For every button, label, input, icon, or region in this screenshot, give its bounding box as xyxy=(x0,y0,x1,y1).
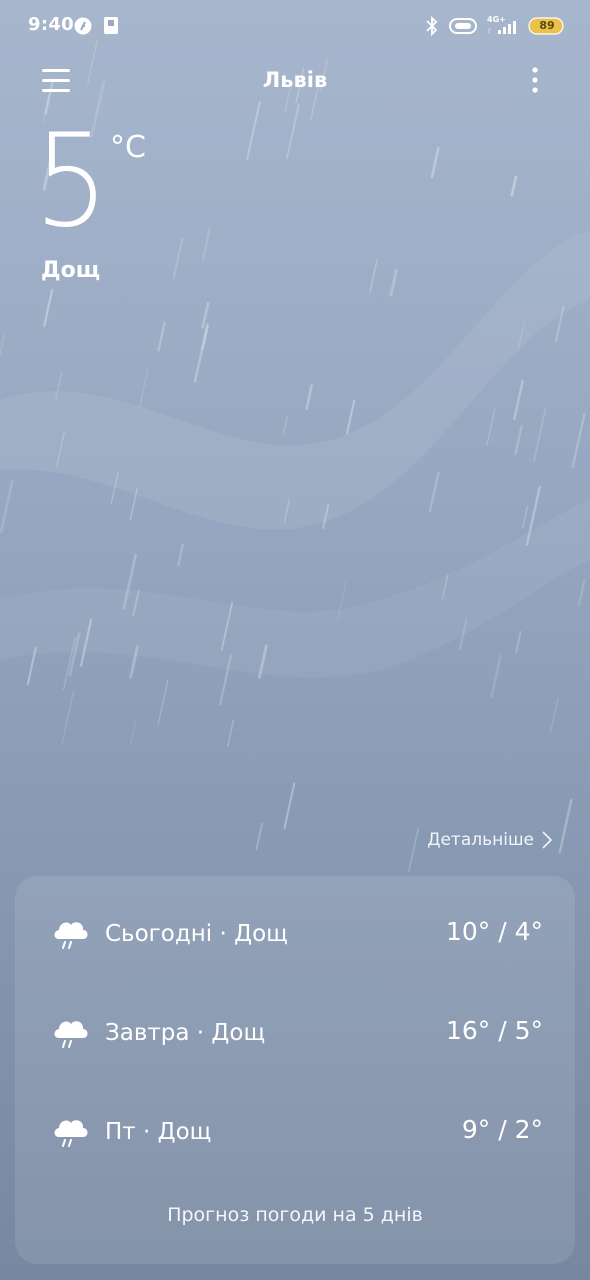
details-link[interactable]: Детальніше xyxy=(427,830,552,850)
rain-streak xyxy=(369,259,378,293)
rain-streak xyxy=(486,408,496,446)
temperature-unit: °C xyxy=(110,130,146,165)
rain-streak xyxy=(219,654,232,706)
rain-streak xyxy=(122,553,138,610)
rain-cloud-icon xyxy=(54,1120,88,1147)
rain-streak xyxy=(430,146,440,179)
rain-streak xyxy=(408,827,420,872)
rain-streak xyxy=(129,645,139,679)
rain-cloud-icon xyxy=(54,1021,88,1048)
rain-streak xyxy=(56,431,65,468)
rain-streak xyxy=(79,618,93,667)
five-day-forecast-button[interactable]: Прогноз погоди на 5 днів xyxy=(15,1204,575,1226)
rain-streak xyxy=(202,227,212,261)
rain-streak xyxy=(193,323,209,383)
rain-streak xyxy=(554,305,565,343)
forecast-card: Сьогодні · Дощ 10° / 4° Завтра · Дощ 16°… xyxy=(15,876,575,1264)
rain-streak xyxy=(522,505,529,529)
rain-streak xyxy=(138,368,149,409)
vibrate-icon xyxy=(449,18,477,34)
city-title[interactable]: Львів xyxy=(0,68,590,92)
rain-streak xyxy=(513,379,524,420)
rain-streak xyxy=(283,782,296,830)
rain-streak xyxy=(458,619,468,651)
rain-streak xyxy=(0,479,14,534)
rain-streak xyxy=(345,399,356,435)
rain-streak xyxy=(389,268,398,297)
forecast-temps: 9° / 2° xyxy=(461,1115,543,1144)
forecast-temps: 10° / 4° xyxy=(445,917,543,946)
rain-streak xyxy=(226,719,235,747)
rain-streak xyxy=(132,589,140,617)
rain-streak xyxy=(577,579,586,606)
svg-text:ᵢᵗ: ᵢᵗ xyxy=(488,27,491,34)
rain-streak xyxy=(129,487,138,521)
forecast-label: Завтра · Дощ xyxy=(105,1020,266,1046)
battery-level: 89 xyxy=(539,19,555,32)
rain-streak xyxy=(525,485,541,546)
rain-streak xyxy=(282,414,289,436)
chevron-right-icon xyxy=(542,831,552,849)
rain-streak xyxy=(571,413,586,469)
rain-streak xyxy=(201,301,210,329)
rain-streak xyxy=(157,679,169,726)
rain-streak xyxy=(172,237,184,279)
rain-streak xyxy=(514,424,523,455)
rain-streak xyxy=(441,574,449,600)
rain-streak xyxy=(517,321,525,352)
current-condition: Дощ xyxy=(41,258,101,283)
current-temperature: 5 xyxy=(34,107,109,256)
forecast-temps: 16° / 5° xyxy=(445,1016,543,1045)
rain-streak xyxy=(63,636,76,690)
rain-streak xyxy=(322,504,330,529)
forecast-row-tomorrow[interactable]: Завтра · Дощ 16° / 5° xyxy=(15,1008,575,1058)
more-options-icon[interactable] xyxy=(523,66,547,96)
rain-streak xyxy=(337,581,347,621)
rain-streak xyxy=(255,822,264,851)
rain-streak xyxy=(515,631,522,653)
rain-streak xyxy=(177,543,184,567)
rain-streak xyxy=(246,100,261,160)
rain-streak xyxy=(532,407,547,463)
forecast-label: Сьогодні · Дощ xyxy=(105,921,288,947)
rain-streak xyxy=(43,289,54,327)
rain-streak xyxy=(221,601,233,651)
rain-streak xyxy=(157,321,166,352)
rain-streak xyxy=(257,644,268,679)
rain-streak xyxy=(26,647,37,686)
rain-streak xyxy=(549,697,559,734)
rain-streak xyxy=(305,384,314,410)
rain-streak xyxy=(0,334,6,359)
details-label: Детальніше xyxy=(427,830,534,850)
rain-streak xyxy=(68,632,81,677)
rain-streak xyxy=(286,103,300,159)
rain-streak xyxy=(110,472,119,504)
bluetooth-icon xyxy=(426,16,438,36)
forecast-row-friday[interactable]: Пт · Дощ 9° / 2° xyxy=(15,1107,575,1157)
forecast-label: Пт · Дощ xyxy=(105,1119,212,1145)
status-bar: 9:40 4G+ ᵢᵗ 89 xyxy=(0,0,590,52)
rain-cloud-icon xyxy=(54,922,88,949)
status-time: 9:40 xyxy=(28,14,74,35)
rain-streak xyxy=(428,471,440,513)
rain-streak xyxy=(510,175,518,197)
sim-card-icon xyxy=(104,17,118,34)
rain-streak xyxy=(61,689,75,746)
signal-icon: ᵢᵗ xyxy=(488,21,516,34)
rain-streak xyxy=(283,499,291,524)
rain-streak xyxy=(558,798,573,854)
forecast-row-today[interactable]: Сьогодні · Дощ 10° / 4° xyxy=(15,909,575,959)
rain-streak xyxy=(129,720,137,747)
rain-streak xyxy=(201,325,209,350)
rain-streak xyxy=(490,654,502,699)
rain-streak xyxy=(55,371,63,400)
notification-app-icon xyxy=(74,17,92,35)
